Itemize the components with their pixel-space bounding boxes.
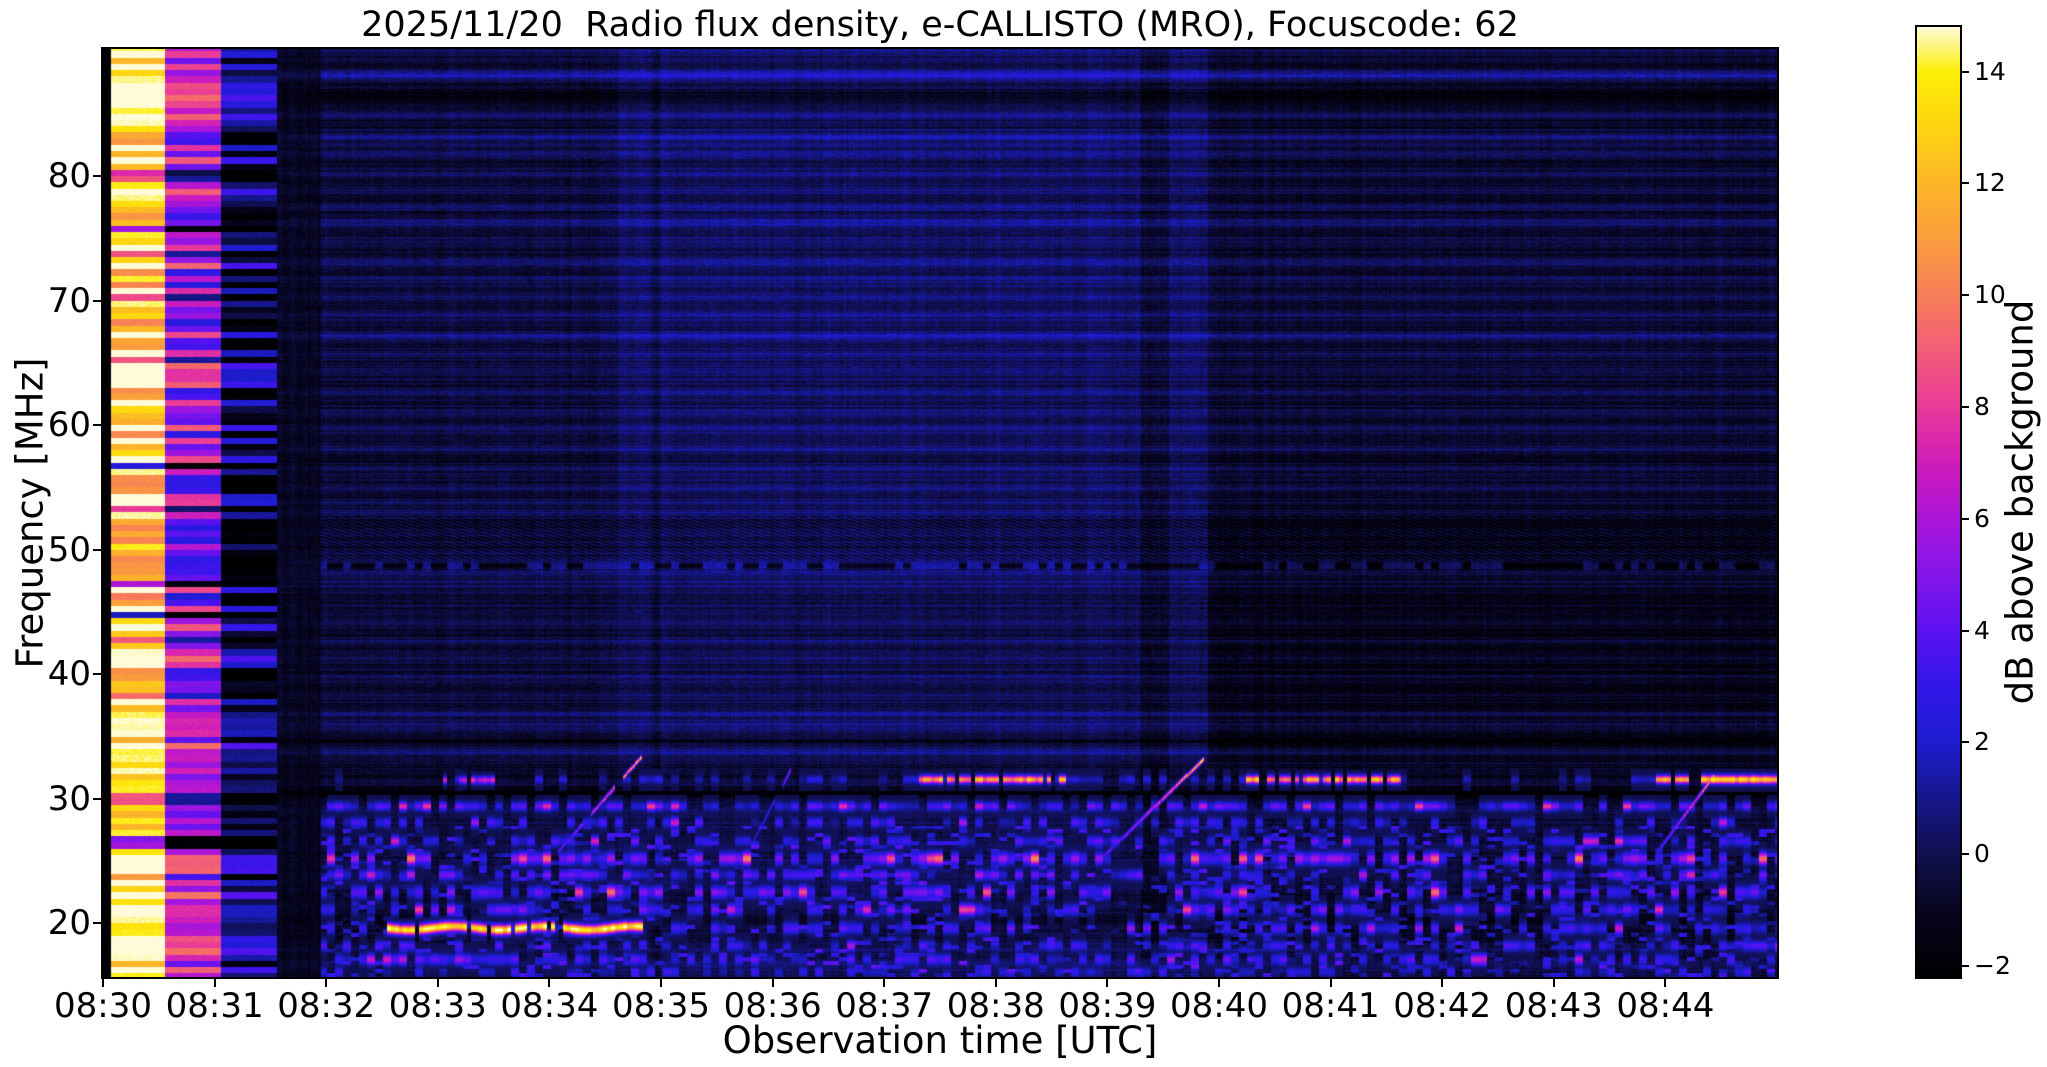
y-tick-mark xyxy=(93,548,103,551)
colorbar-tick-label: 4 xyxy=(1974,615,1990,645)
colorbar-tick-mark xyxy=(1960,406,1969,408)
y-tick-label: 60 xyxy=(47,405,91,446)
y-tick-mark xyxy=(93,922,103,925)
colorbar-tick-mark xyxy=(1960,294,1969,297)
colorbar-tick-mark xyxy=(1960,964,1969,967)
y-tick-label: 20 xyxy=(47,903,91,944)
colorbar-tick-mark xyxy=(1960,517,1969,520)
colorbar-tick-label: 12 xyxy=(1974,168,2006,198)
colorbar xyxy=(1915,25,1962,979)
y-tick-mark xyxy=(93,673,103,676)
y-tick-mark xyxy=(93,299,103,302)
colorbar-tick-mark xyxy=(1960,629,1969,632)
y-tick-label: 80 xyxy=(47,156,91,197)
colorbar-tick-label: 8 xyxy=(1974,392,1990,421)
colorbar-tick-label: 6 xyxy=(1974,503,1990,533)
colorbar-tick-label: −2 xyxy=(1974,950,2011,980)
y-tick-label: 30 xyxy=(47,778,91,819)
colorbar-label: dB above background xyxy=(1998,299,2042,705)
spectrogram-heatmap xyxy=(103,49,1777,977)
chart-title: 2025/11/20 Radio flux density, e-CALLIST… xyxy=(361,5,1519,45)
y-tick-mark xyxy=(93,424,103,427)
colorbar-tick-mark xyxy=(1960,182,1969,185)
y-tick-mark xyxy=(93,797,103,800)
y-tick-label: 50 xyxy=(47,529,91,570)
colorbar-tick-mark xyxy=(1960,741,1969,744)
y-tick-mark xyxy=(93,175,103,178)
y-tick-label: 70 xyxy=(47,280,91,321)
colorbar-tick-label: 14 xyxy=(1974,56,2006,86)
colorbar-tick-mark xyxy=(1960,853,1969,856)
colorbar-tick-mark xyxy=(1960,70,1969,73)
colorbar-tick-label: 0 xyxy=(1974,839,1990,869)
colorbar-tick-label: 2 xyxy=(1974,727,1990,757)
plot-area xyxy=(101,47,1779,979)
y-tick-label: 40 xyxy=(47,654,91,695)
spectrogram-figure: 2025/11/20 Radio flux density, e-CALLIST… xyxy=(0,0,2047,1067)
x-axis-label: Observation time [UTC] xyxy=(722,1019,1158,1062)
